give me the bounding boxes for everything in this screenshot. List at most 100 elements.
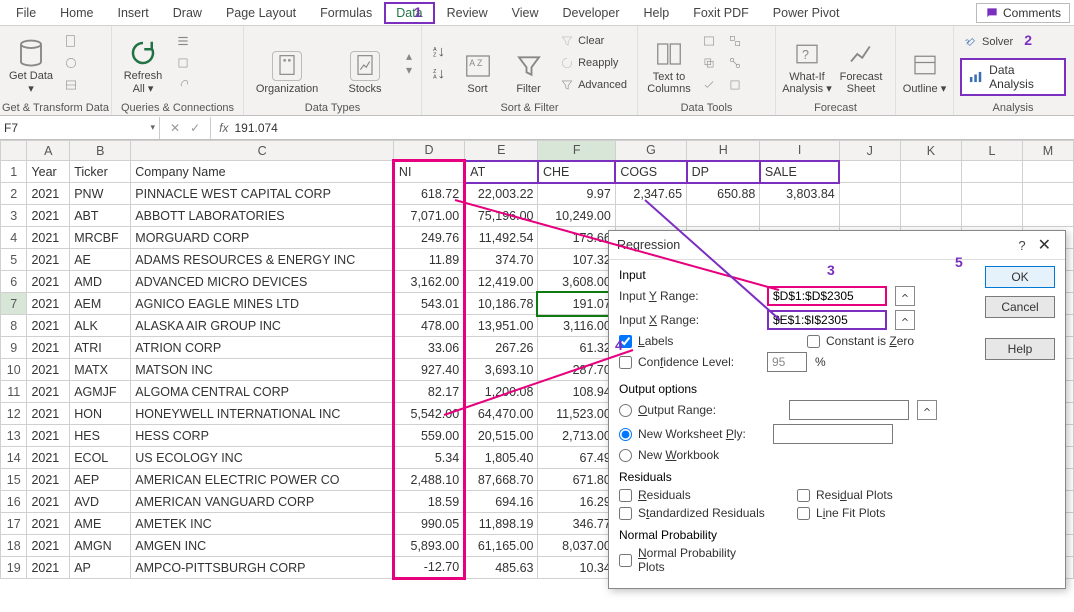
data-validation-button[interactable] (698, 75, 720, 95)
cell-D12[interactable]: 5,542.00 (393, 403, 464, 425)
labels-checkbox[interactable]: Labels (619, 334, 759, 348)
cell-H2[interactable]: 650.88 (687, 183, 760, 205)
cell-B9[interactable]: ATRI (70, 337, 131, 359)
row-header-14[interactable]: 14 (1, 447, 27, 469)
col-header-C[interactable]: C (131, 141, 394, 161)
row-header-3[interactable]: 3 (1, 205, 27, 227)
cell-F11[interactable]: 108.94 (538, 381, 615, 403)
stocks-button[interactable]: Stocks (328, 31, 402, 95)
cell-M1[interactable] (1023, 161, 1074, 183)
cell-E13[interactable]: 20,515.00 (465, 425, 538, 447)
residual-plots-checkbox[interactable]: Residual Plots (797, 488, 937, 502)
cell-E5[interactable]: 374.70 (465, 249, 538, 271)
cell-E15[interactable]: 87,668.70 (465, 469, 538, 491)
new-worksheet-radio[interactable]: New Worksheet Ply: (619, 427, 759, 441)
line-fit-checkbox[interactable]: Line Fit Plots (797, 506, 937, 520)
get-data-button[interactable]: Get Data ▾ (6, 31, 56, 95)
cell-C5[interactable]: ADAMS RESOURCES & ENERGY INC (131, 249, 394, 271)
cell-B7[interactable]: AEM (70, 293, 131, 315)
cell-C11[interactable]: ALGOMA CENTRAL CORP (131, 381, 394, 403)
close-icon[interactable]: ✕ (1032, 235, 1057, 255)
reapply-button[interactable]: Reapply (556, 53, 631, 73)
cell-B16[interactable]: AVD (70, 491, 131, 513)
tab-data[interactable]: Data (384, 2, 434, 24)
cell-F5[interactable]: 107.32 (538, 249, 615, 271)
row-header-7[interactable]: 7 (1, 293, 27, 315)
formula-input[interactable]: 191.074 (234, 121, 277, 135)
cell-J2[interactable] (839, 183, 900, 205)
name-box[interactable]: F7 ▾ (0, 117, 160, 139)
cell-F7[interactable]: 191.07 (538, 293, 615, 315)
cell-F13[interactable]: 2,713.00 (538, 425, 615, 447)
queries-button[interactable] (172, 31, 194, 51)
clear-filter-button[interactable]: Clear (556, 31, 631, 51)
cell-E10[interactable]: 3,693.10 (465, 359, 538, 381)
cell-F18[interactable]: 8,037.00 (538, 535, 615, 557)
cell-H1[interactable]: DP (687, 161, 760, 183)
y-range-picker-button[interactable] (895, 286, 915, 306)
cell-E18[interactable]: 61,165.00 (465, 535, 538, 557)
cell-B4[interactable]: MRCBF (70, 227, 131, 249)
cell-B1[interactable]: Ticker (70, 161, 131, 183)
cell-E17[interactable]: 11,898.19 (465, 513, 538, 535)
row-header-9[interactable]: 9 (1, 337, 27, 359)
output-range-radio[interactable]: Output Range: (619, 403, 759, 417)
tab-insert[interactable]: Insert (106, 2, 161, 24)
cell-D5[interactable]: 11.89 (393, 249, 464, 271)
cell-C12[interactable]: HONEYWELL INTERNATIONAL INC (131, 403, 394, 425)
row-header-15[interactable]: 15 (1, 469, 27, 491)
col-header-A[interactable]: A (27, 141, 70, 161)
cell-A9[interactable]: 2021 (27, 337, 70, 359)
cell-F17[interactable]: 346.77 (538, 513, 615, 535)
cell-A3[interactable]: 2021 (27, 205, 70, 227)
cell-C1[interactable]: Company Name (131, 161, 394, 183)
cell-A5[interactable]: 2021 (27, 249, 70, 271)
cell-F15[interactable]: 671.80 (538, 469, 615, 491)
cell-C15[interactable]: AMERICAN ELECTRIC POWER CO (131, 469, 394, 491)
remove-dup-button[interactable] (698, 53, 720, 73)
y-range-input[interactable] (767, 286, 887, 306)
row-header-18[interactable]: 18 (1, 535, 27, 557)
tab-foxit-pdf[interactable]: Foxit PDF (681, 2, 761, 24)
from-web-button[interactable] (60, 53, 82, 73)
cell-D19[interactable]: -12.70 (393, 557, 464, 579)
cell-B17[interactable]: AME (70, 513, 131, 535)
cell-C9[interactable]: ATRION CORP (131, 337, 394, 359)
col-header-I[interactable]: I (760, 141, 839, 161)
row-header-10[interactable]: 10 (1, 359, 27, 381)
cell-C6[interactable]: ADVANCED MICRO DEVICES (131, 271, 394, 293)
cell-L1[interactable] (961, 161, 1022, 183)
constant-zero-checkbox[interactable]: Constant is Zero (807, 334, 947, 348)
cell-D15[interactable]: 2,488.10 (393, 469, 464, 491)
tab-formulas[interactable]: Formulas (308, 2, 384, 24)
cell-A18[interactable]: 2021 (27, 535, 70, 557)
cell-F3[interactable]: 10,249.00 (538, 205, 615, 227)
cell-B11[interactable]: AGMJF (70, 381, 131, 403)
cell-M2[interactable] (1023, 183, 1074, 205)
dialog-help-icon[interactable]: ? (1012, 238, 1031, 253)
row-header-2[interactable]: 2 (1, 183, 27, 205)
cell-C16[interactable]: AMERICAN VANGUARD CORP (131, 491, 394, 513)
cell-A15[interactable]: 2021 (27, 469, 70, 491)
data-analysis-button[interactable]: Data Analysis (960, 58, 1066, 96)
new-worksheet-input[interactable] (773, 424, 893, 444)
cancel-button[interactable]: Cancel (985, 296, 1055, 318)
output-range-picker-button[interactable] (917, 400, 937, 420)
std-residuals-checkbox[interactable]: Standardized Residuals (619, 506, 789, 520)
col-header-B[interactable]: B (70, 141, 131, 161)
sort-asc-button[interactable]: AZ (428, 42, 450, 62)
row-header-4[interactable]: 4 (1, 227, 27, 249)
row-header-6[interactable]: 6 (1, 271, 27, 293)
row-header-11[interactable]: 11 (1, 381, 27, 403)
cell-D7[interactable]: 543.01 (393, 293, 464, 315)
cell-B6[interactable]: AMD (70, 271, 131, 293)
row-header-1[interactable]: 1 (1, 161, 27, 183)
cell-C4[interactable]: MORGUARD CORP (131, 227, 394, 249)
cell-B2[interactable]: PNW (70, 183, 131, 205)
cancel-formula-icon[interactable]: ✕ (170, 121, 180, 135)
cell-B14[interactable]: ECOL (70, 447, 131, 469)
filter-button[interactable]: Filter (505, 31, 552, 95)
cell-A13[interactable]: 2021 (27, 425, 70, 447)
tab-page-layout[interactable]: Page Layout (214, 2, 308, 24)
cell-J1[interactable] (839, 161, 900, 183)
